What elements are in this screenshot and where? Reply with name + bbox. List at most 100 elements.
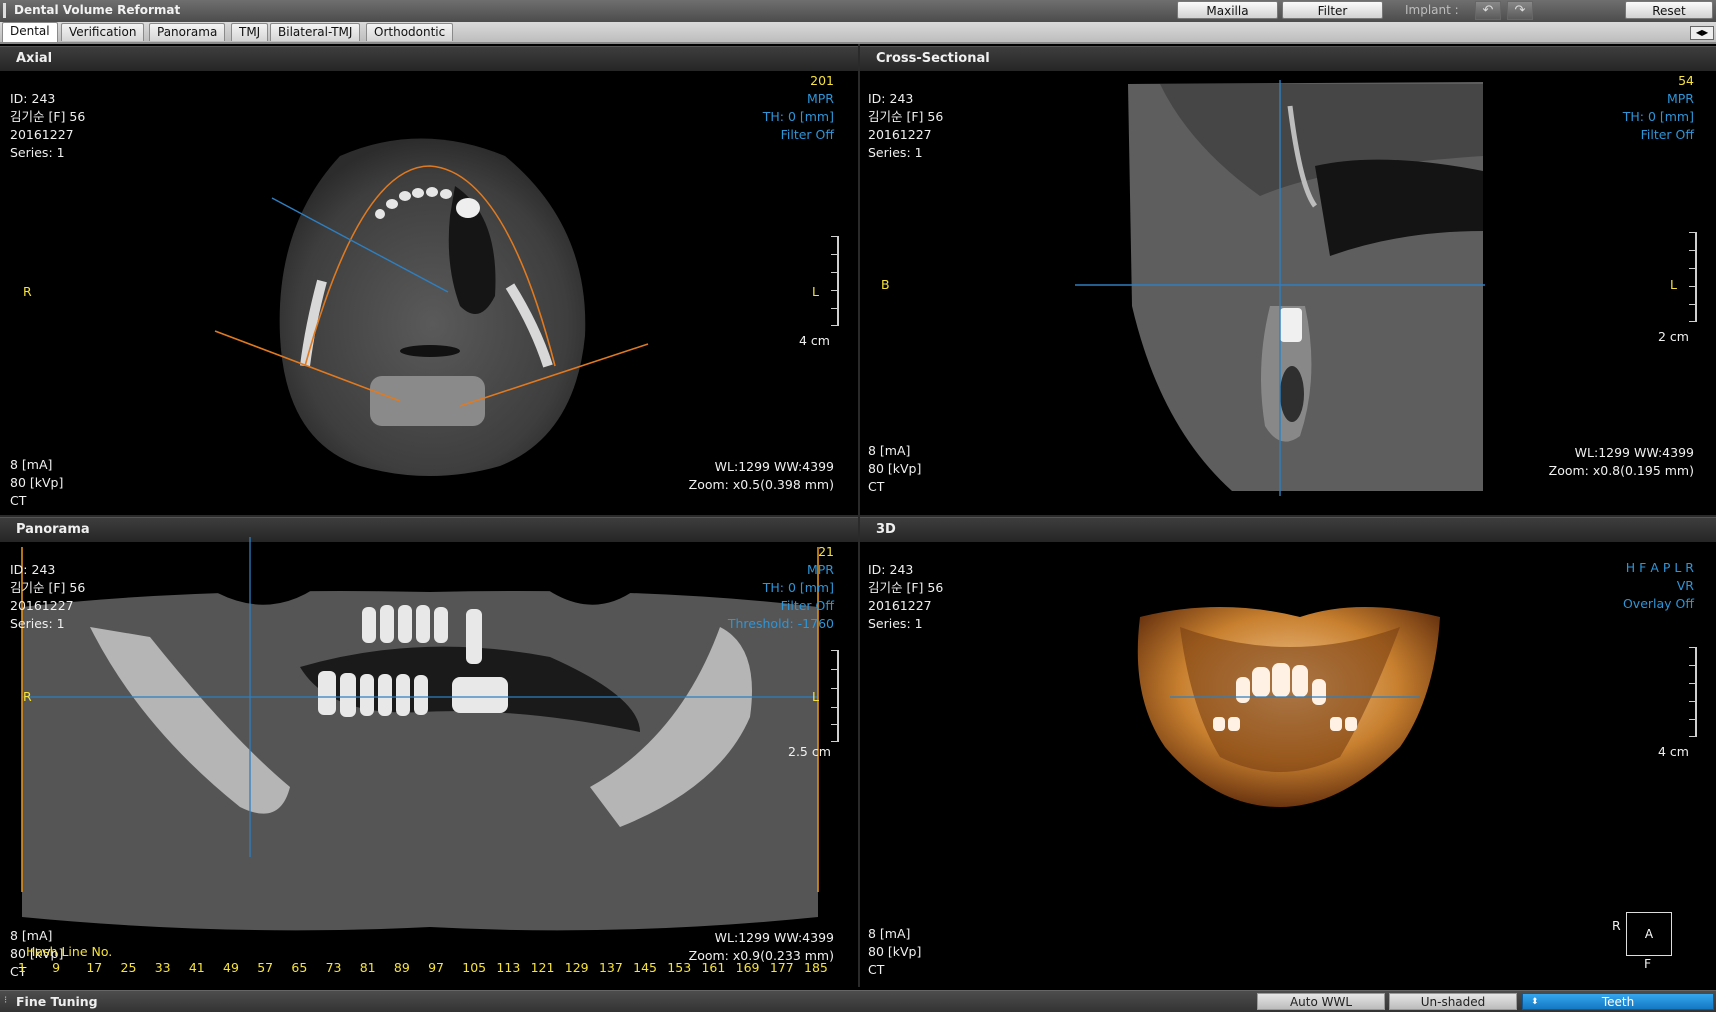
scale-label: 4 cm <box>1658 744 1689 759</box>
series-number: Series: 1 <box>10 145 65 160</box>
zoom-level: Zoom: x0.9(0.233 mm) <box>688 948 834 963</box>
grip-icon: ⁝ <box>4 995 8 1006</box>
tab-scroll-arrows-icon[interactable]: ◀▶ <box>1690 26 1714 40</box>
filter-status: Filter Off <box>780 127 834 142</box>
tube-current: 8 [mA] <box>10 457 53 472</box>
render-mode: MPR <box>806 91 834 106</box>
title-bar: Dental Volume Reformat Maxilla Filter Im… <box>0 0 1716 23</box>
3d-patient-info: ID: 243 김기순 [F] 56 20161227 Series: 1 <box>868 561 943 633</box>
unshaded-button[interactable]: Un-shaded <box>1389 993 1517 1010</box>
scale-label: 2 cm <box>1658 329 1689 344</box>
orientation-shortcuts[interactable]: H F A P L R <box>1623 559 1694 577</box>
tab-bar: Dental Verification Panorama TMJ Bilater… <box>0 22 1716 44</box>
filter-button[interactable]: Filter <box>1282 1 1383 19</box>
left-orientation-marker: B <box>881 277 890 292</box>
auto-wwl-button[interactable]: Auto WWL <box>1257 993 1385 1010</box>
tab-panorama[interactable]: Panorama <box>149 23 226 41</box>
patient-name: 김기순 [F] 56 <box>868 109 944 124</box>
patient-id: ID: 243 <box>868 91 914 106</box>
cross-sectional-right-info: 54 MPR TH: 0 [mm] Filter Off <box>1623 72 1694 144</box>
patient-id: ID: 243 <box>10 562 56 577</box>
patient-name: 김기순 [F] 56 <box>868 580 944 595</box>
patient-id: ID: 243 <box>868 562 914 577</box>
right-orientation-marker: L <box>1670 277 1677 292</box>
hash-line-number: 113 <box>496 960 521 975</box>
hash-line-number: 65 <box>291 960 308 975</box>
teeth-preset-label: Teeth <box>1601 995 1635 1009</box>
axial-viewport[interactable]: Axial ID: 243 김기순 [F] 56 20161227 Series… <box>0 46 858 515</box>
slice-number: 21 <box>818 544 834 559</box>
render-mode: MPR <box>1666 91 1694 106</box>
reset-button[interactable]: Reset <box>1625 1 1713 19</box>
tab-dental[interactable]: Dental <box>2 22 58 42</box>
panorama-window-info: WL:1299 WW:4399 Zoom: x0.9(0.233 mm) <box>689 929 834 965</box>
3d-viewport[interactable]: 3D ID: 243 김기순 [F] 56 20161227 Series: 1… <box>860 517 1716 990</box>
hash-line-number: 89 <box>393 960 410 975</box>
filter-status: Filter Off <box>780 598 834 613</box>
tab-tmj[interactable]: TMJ <box>231 23 269 41</box>
hash-line-number: 137 <box>598 960 623 975</box>
hash-line-number: 1 <box>18 960 26 975</box>
axial-right-info: 201 MPR TH: 0 [mm] Filter Off <box>763 72 834 144</box>
3d-acquisition-info: 8 [mA] 80 [kVp] CT <box>868 925 921 979</box>
hash-line-number: 105 <box>462 960 487 975</box>
tab-orthodontic[interactable]: Orthodontic <box>366 23 454 41</box>
render-mode: MPR <box>806 562 834 577</box>
scale-bar <box>827 236 839 326</box>
hash-line-number: 97 <box>428 960 444 975</box>
slice-number: 54 <box>1678 73 1694 88</box>
teeth-preset-select[interactable]: ⬍ Teeth <box>1522 993 1714 1010</box>
thickness: TH: 0 [mm] <box>762 580 834 595</box>
app-title: Dental Volume Reformat <box>14 3 181 17</box>
scale-bar <box>1685 647 1697 737</box>
orientation-cube-bottom: F <box>1644 956 1652 971</box>
axial-patient-info: ID: 243 김기순 [F] 56 20161227 Series: 1 <box>10 90 85 162</box>
window-level: WL:1299 WW:4399 <box>714 930 834 945</box>
undo-icon[interactable]: ↶ <box>1475 1 1501 20</box>
cross-sectional-patient-info: ID: 243 김기순 [F] 56 20161227 Series: 1 <box>868 90 943 162</box>
modality: CT <box>868 479 885 494</box>
study-date: 20161227 <box>868 598 932 613</box>
axial-acquisition-info: 8 [mA] 80 [kVp] CT <box>10 456 63 510</box>
right-orientation-marker: L <box>812 689 819 704</box>
3d-right-info: H F A P L R VR Overlay Off <box>1623 559 1694 613</box>
series-number: Series: 1 <box>868 616 923 631</box>
tube-current: 8 [mA] <box>868 926 911 941</box>
hash-line-number: 153 <box>667 960 692 975</box>
scale-bar <box>1685 232 1697 322</box>
panorama-viewport[interactable]: Panorama ID: 243 김기순 [F] 56 20161227 Ser… <box>0 517 858 990</box>
hash-line-number: 33 <box>154 960 171 975</box>
3d-rendering-image <box>1137 607 1440 807</box>
implant-label: Implant : <box>1405 3 1459 17</box>
orientation-cube-icon[interactable]: A <box>1626 912 1672 956</box>
fine-tuning-label: Fine Tuning <box>16 994 98 1009</box>
zoom-level: Zoom: x0.8(0.195 mm) <box>1548 463 1694 478</box>
tube-voltage: 80 [kVp] <box>868 944 922 959</box>
hash-line-number: 25 <box>120 960 137 975</box>
modality: CT <box>10 493 27 508</box>
hash-line-number: 145 <box>633 960 657 975</box>
cross-sectional-window-info: WL:1299 WW:4399 Zoom: x0.8(0.195 mm) <box>1549 444 1694 480</box>
right-orientation-marker: L <box>812 284 819 299</box>
hash-line-number: 129 <box>564 960 589 975</box>
viewport-divider-horizontal[interactable] <box>0 515 1716 517</box>
hash-line-number: 57 <box>257 960 274 975</box>
maxilla-button[interactable]: Maxilla <box>1177 1 1278 19</box>
threshold-value: Threshold: -1760 <box>727 616 834 631</box>
tube-current: 8 [mA] <box>868 443 911 458</box>
hash-line-number: 17 <box>86 960 103 975</box>
cross-sectional-acquisition-info: 8 [mA] 80 [kVp] CT <box>868 442 921 496</box>
hash-line-number: 49 <box>223 960 239 975</box>
cross-sectional-viewport[interactable]: Cross-Sectional ID: 243 김기순 [F] 56 20161… <box>860 46 1716 515</box>
redo-icon[interactable]: ↷ <box>1507 1 1533 20</box>
panorama-right-info: 21 MPR TH: 0 [mm] Filter Off Threshold: … <box>728 543 834 633</box>
study-date: 20161227 <box>10 598 74 613</box>
window-level: WL:1299 WW:4399 <box>1574 445 1694 460</box>
filter-status: Filter Off <box>1640 127 1694 142</box>
study-date: 20161227 <box>868 127 932 142</box>
tab-verification[interactable]: Verification <box>61 23 145 41</box>
tab-bilateral-tmj[interactable]: Bilateral-TMJ <box>270 23 361 41</box>
hash-line-number: 41 <box>188 960 205 975</box>
axial-image <box>214 138 649 476</box>
hash-line-number: 9 <box>52 960 61 975</box>
